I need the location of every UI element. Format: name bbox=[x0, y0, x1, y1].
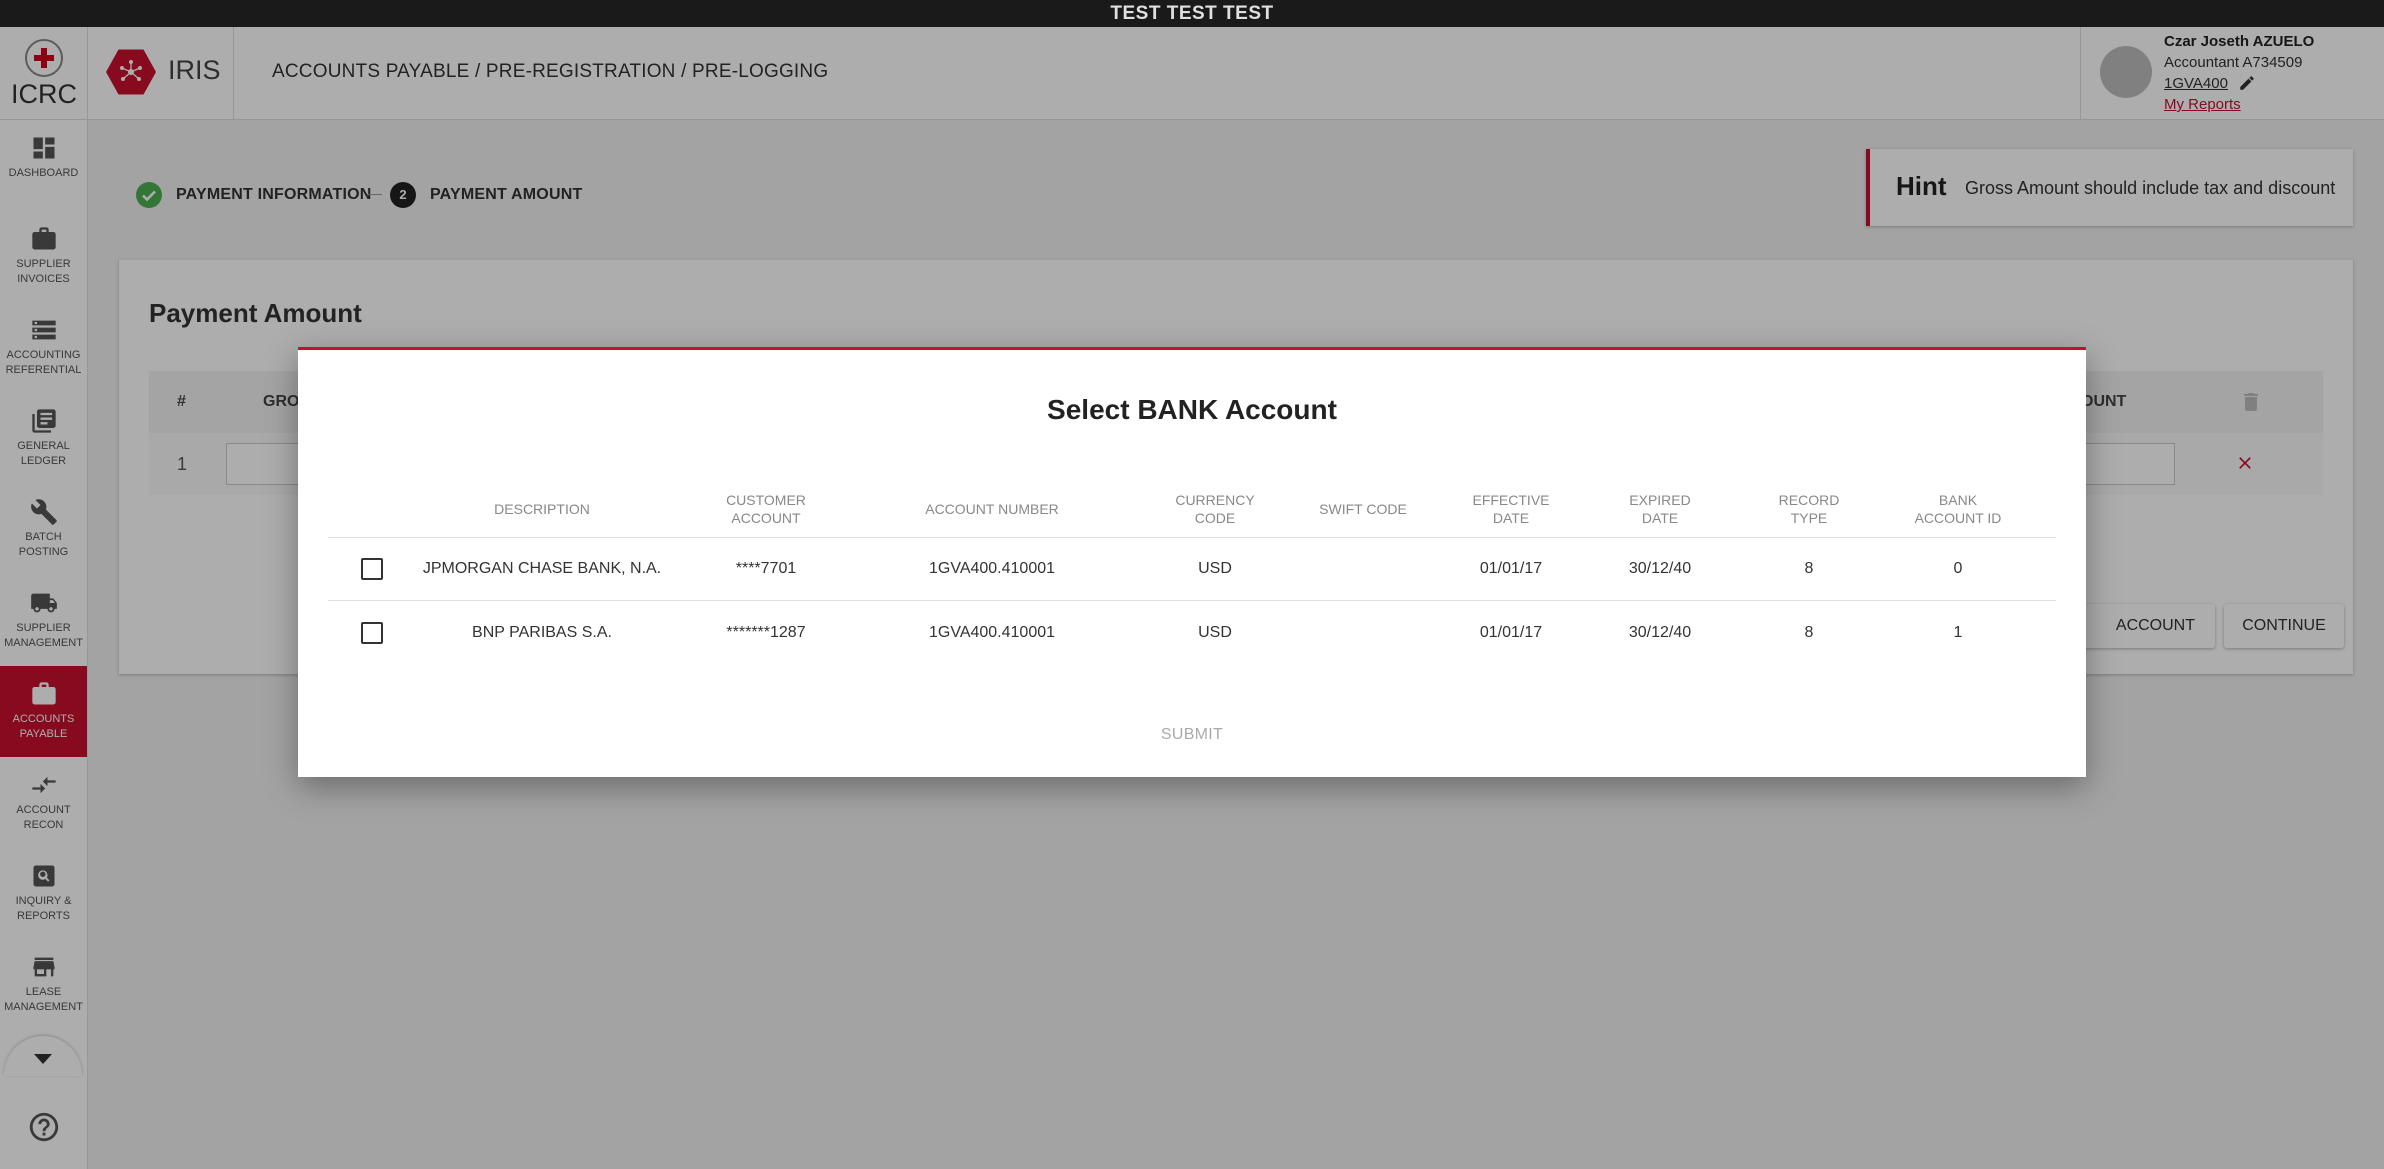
row-checkbox[interactable] bbox=[361, 621, 383, 644]
column-header-description: DESCRIPTION bbox=[416, 480, 668, 537]
row-select-cell bbox=[328, 601, 416, 664]
effective-date-cell: 01/01/17 bbox=[1479, 623, 1543, 641]
header-label: ACCOUNT ID bbox=[1914, 509, 2002, 526]
select-bank-account-dialog: Select BANK Account DESCRIPTION CUSTOMER… bbox=[298, 347, 2086, 777]
record-type-cell: 8 bbox=[1804, 560, 1814, 577]
record-type-cell: 8 bbox=[1804, 623, 1814, 641]
header-label: DESCRIPTION bbox=[494, 500, 590, 517]
header-label: DATE bbox=[1492, 509, 1530, 526]
column-header-customer-account: CUSTOMER ACCOUNT bbox=[668, 480, 864, 537]
row-select-cell bbox=[328, 538, 416, 600]
header-label: CUSTOMER bbox=[726, 491, 806, 508]
header-label: TYPE bbox=[1790, 509, 1828, 526]
dialog-title: Select BANK Account bbox=[1047, 394, 1337, 425]
bank-account-id-cell: 0 bbox=[1953, 560, 1963, 577]
header-label: DATE bbox=[1641, 509, 1679, 526]
column-header-currency-code: CURRENCY CODE bbox=[1120, 480, 1310, 537]
header-label: EXPIRED bbox=[1629, 491, 1691, 508]
expired-date-cell: 30/12/40 bbox=[1628, 560, 1692, 577]
header-label: BANK bbox=[1938, 491, 1978, 508]
column-header-effective-date: EFFECTIVE DATE bbox=[1416, 480, 1606, 537]
description-cell: BNP PARIBAS S.A. bbox=[472, 623, 612, 641]
submit-button[interactable]: SUBMIT bbox=[298, 726, 2086, 744]
bank-account-table: DESCRIPTION CUSTOMER ACCOUNT ACCOUNT NUMB… bbox=[328, 480, 2056, 664]
header-label: RECORD bbox=[1778, 491, 1840, 508]
swift-code-cell bbox=[1310, 601, 1416, 664]
table-row[interactable]: JPMORGAN CHASE BANK, N.A. ****7701 1GVA4… bbox=[328, 538, 2056, 601]
effective-date-cell: 01/01/17 bbox=[1479, 560, 1543, 577]
bank-account-id-cell: 1 bbox=[1953, 623, 1963, 641]
currency-code-cell: USD bbox=[1198, 623, 1232, 641]
column-header-account-number: ACCOUNT NUMBER bbox=[864, 480, 1120, 537]
swift-code-cell bbox=[1310, 538, 1416, 600]
description-cell: JPMORGAN CHASE BANK, N.A. bbox=[422, 560, 662, 577]
column-header-bank-account-id: BANK ACCOUNT ID bbox=[1904, 480, 2012, 537]
header-label: CURRENCY bbox=[1175, 491, 1255, 508]
modal-backdrop-sidebar bbox=[0, 120, 88, 1169]
table-header: DESCRIPTION CUSTOMER ACCOUNT ACCOUNT NUMB… bbox=[328, 480, 2056, 538]
account-number-cell: 1GVA400.410001 bbox=[928, 560, 1056, 577]
header-label: SWIFT CODE bbox=[1319, 500, 1407, 517]
customer-account-cell: ****7701 bbox=[735, 560, 797, 577]
header-label: CODE bbox=[1194, 509, 1236, 526]
column-header-swift-code: SWIFT CODE bbox=[1310, 480, 1416, 537]
row-checkbox[interactable] bbox=[361, 558, 383, 580]
column-header-record-type: RECORD TYPE bbox=[1714, 480, 1904, 537]
table-row[interactable]: BNP PARIBAS S.A. *******1287 1GVA400.410… bbox=[328, 601, 2056, 664]
currency-code-cell: USD bbox=[1198, 560, 1232, 577]
select-column-header bbox=[328, 480, 416, 537]
customer-account-cell: *******1287 bbox=[726, 623, 806, 641]
environment-banner: TEST TEST TEST bbox=[0, 0, 2384, 27]
expired-date-cell: 30/12/40 bbox=[1628, 623, 1692, 641]
header-label: ACCOUNT bbox=[731, 509, 801, 526]
column-header-expired-date: EXPIRED DATE bbox=[1606, 480, 1714, 537]
header-label: ACCOUNT NUMBER bbox=[925, 500, 1059, 517]
header-label: EFFECTIVE bbox=[1472, 491, 1550, 508]
account-number-cell: 1GVA400.410001 bbox=[928, 623, 1056, 641]
